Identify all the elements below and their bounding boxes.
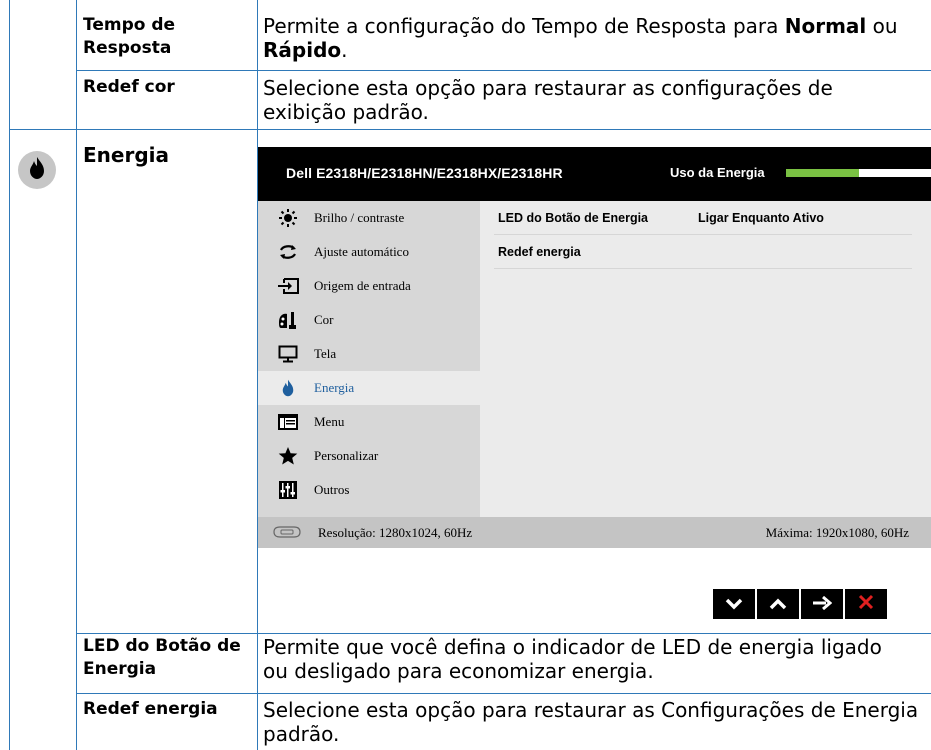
star-icon [276, 446, 300, 466]
energy-usage-label: Uso da Energia [670, 165, 765, 180]
flame-icon [28, 156, 46, 184]
sun-icon [276, 208, 300, 228]
menu-item-input-source[interactable]: Origem de entrada [258, 269, 480, 303]
menu-item-menu[interactable]: Menu [258, 405, 480, 439]
input-source-icon [276, 276, 300, 296]
response-time-description: Permite a configuração do Tempo de Respo… [263, 14, 898, 62]
reset-energy-description: Selecione esta opção para restaurar as C… [263, 698, 919, 746]
osd-status-bar: Resolução: 1280x1024, 60Hz Máxima: 1920x… [258, 517, 931, 548]
menu-icon [276, 412, 300, 432]
energy-usage-fill [786, 169, 859, 177]
current-resolution: Resolução: 1280x1024, 60Hz [318, 525, 473, 540]
nav-close-button[interactable] [845, 589, 887, 619]
menu-item-others[interactable]: Outros [258, 473, 480, 507]
osd-header: Dell E2318H/E2318HN/E2318HX/E2318HR Uso … [258, 147, 931, 201]
flame-icon [276, 378, 300, 398]
close-icon [858, 594, 874, 614]
display-icon [276, 344, 300, 364]
osd-panel: Dell E2318H/E2318HN/E2318HX/E2318HR Uso … [258, 147, 931, 633]
table-border-col1 [76, 0, 77, 750]
row-divider [76, 633, 931, 634]
auto-adjust-icon [276, 242, 300, 262]
menu-item-energy[interactable]: Energia [258, 371, 480, 405]
menu-item-auto-adjust[interactable]: Ajuste automático [258, 235, 480, 269]
submenu-reset-energy-label: Redef energia [498, 245, 581, 259]
osd-body: Brilho / contraste Ajuste automático Ori… [258, 201, 931, 517]
up-icon [769, 595, 787, 614]
row-divider [9, 129, 931, 130]
option-normal: Normal [784, 14, 867, 38]
sliders-icon [276, 480, 300, 500]
led-description: Permite que você defina o indicador de L… [263, 635, 882, 683]
row-divider [76, 70, 931, 71]
row-divider [76, 693, 931, 694]
energy-icon-bubble [18, 151, 56, 189]
submenu-led-label: LED do Botão de Energia [498, 211, 649, 225]
option-fast: Rápido [263, 38, 342, 62]
video-port-icon [272, 526, 302, 542]
nav-right-button[interactable] [801, 589, 843, 619]
osd-menu: Brilho / contraste Ajuste automático Ori… [258, 201, 480, 517]
menu-item-brightness[interactable]: Brilho / contraste [258, 201, 480, 235]
energy-label: Energia [83, 143, 169, 167]
reset-color-description: Selecione esta opção para restaurar as c… [263, 76, 833, 124]
reset-color-label: Redef cor [83, 77, 175, 97]
submenu-led-value: Ligar Enquanto Ativo [698, 211, 824, 225]
table-border-left [9, 0, 10, 750]
energy-usage-bar [786, 169, 931, 177]
down-icon [725, 595, 743, 614]
response-time-label: Tempo de Resposta [83, 15, 176, 58]
osd-title: Dell E2318H/E2318HN/E2318HX/E2318HR [286, 165, 563, 181]
led-label: LED do Botão de Energia [83, 636, 241, 679]
nav-down-button[interactable] [713, 589, 755, 619]
max-resolution: Máxima: 1920x1080, 60Hz [765, 525, 909, 540]
right-arrow-icon [812, 595, 833, 614]
color-icon [276, 310, 300, 330]
menu-item-color[interactable]: Cor [258, 303, 480, 337]
nav-up-button[interactable] [757, 589, 799, 619]
menu-item-display[interactable]: Tela [258, 337, 480, 371]
menu-item-personalize[interactable]: Personalizar [258, 439, 480, 473]
submenu-row-reset-energy[interactable]: Redef energia [494, 235, 912, 269]
reset-energy-label: Redef energia [83, 699, 218, 719]
submenu-row-led[interactable]: LED do Botão de Energia Ligar Enquanto A… [494, 201, 912, 235]
